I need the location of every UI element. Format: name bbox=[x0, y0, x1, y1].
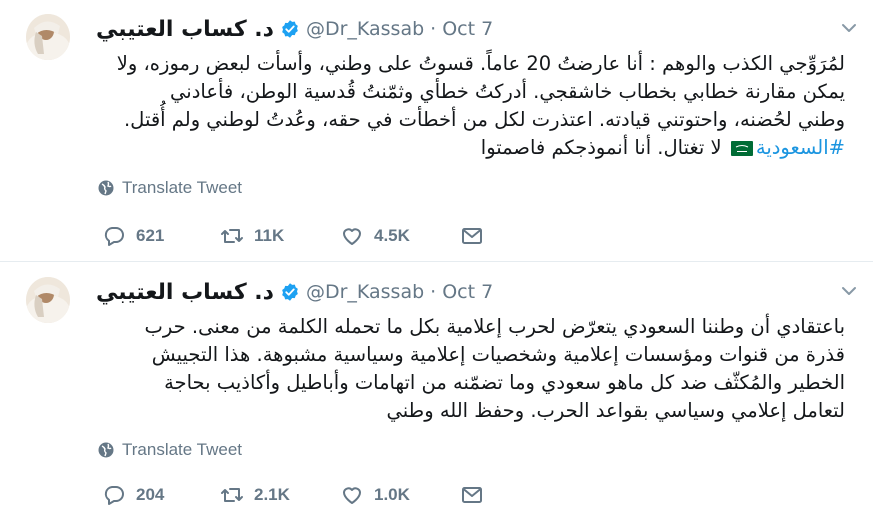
tweet[interactable]: د. كساب العتيبي @Dr_Kassab · Oct 7 باعتق… bbox=[0, 263, 873, 517]
retweet-button[interactable]: 11K bbox=[220, 224, 340, 248]
tweet-actions: 621 11K 4.5K bbox=[102, 224, 484, 248]
flag-emoji-icon bbox=[728, 136, 756, 159]
author-name[interactable]: د. كساب العتيبي bbox=[96, 17, 274, 42]
chevron-down-icon[interactable] bbox=[839, 18, 859, 38]
direct-message-button[interactable] bbox=[460, 483, 484, 507]
author-handle[interactable]: @Dr_Kassab bbox=[306, 281, 424, 303]
translate-tweet-button[interactable]: Translate Tweet bbox=[98, 440, 242, 460]
chevron-down-icon[interactable] bbox=[839, 281, 859, 301]
tweet-date[interactable]: Oct 7 bbox=[442, 18, 493, 40]
like-button[interactable]: 4.5K bbox=[340, 224, 460, 248]
tweet-text-rest: لا تغتال. أنا أنموذجكم فاصمتوا bbox=[480, 136, 722, 159]
like-button[interactable]: 1.0K bbox=[340, 483, 460, 507]
verified-badge-icon bbox=[282, 283, 298, 301]
reply-icon bbox=[104, 227, 124, 246]
envelope-icon bbox=[462, 228, 482, 244]
tweet-header: د. كساب العتيبي @Dr_Kassab · Oct 7 bbox=[96, 277, 493, 307]
tweet-text-line: وطني لحُضنه، واحتوتني قيادته. اعتذرت لكل… bbox=[123, 108, 845, 131]
tweet[interactable]: د. كساب العتيبي @Dr_Kassab · Oct 7 لمُرَ… bbox=[0, 0, 873, 262]
retweet-count: 11K bbox=[254, 226, 285, 245]
tweet-text-line: الخطير والمُكثّف ضد كل ماهو سعودي وما تض… bbox=[164, 371, 845, 394]
reply-count: 621 bbox=[136, 226, 165, 245]
retweet-count: 2.1K bbox=[254, 485, 290, 504]
direct-message-button[interactable] bbox=[460, 224, 484, 248]
like-count: 1.0K bbox=[374, 485, 410, 504]
author-handle[interactable]: @Dr_Kassab bbox=[306, 18, 424, 40]
translate-label: Translate Tweet bbox=[122, 440, 243, 459]
avatar[interactable] bbox=[26, 14, 70, 60]
separator-dot: · bbox=[430, 281, 437, 303]
tweet-text-line: قذرة من قنوات ومؤسسات إعلامية وشخصيات إع… bbox=[151, 343, 845, 366]
tweet-date[interactable]: Oct 7 bbox=[442, 281, 493, 303]
globe-icon bbox=[98, 442, 114, 458]
envelope-icon bbox=[462, 487, 482, 503]
like-count: 4.5K bbox=[374, 226, 410, 245]
retweet-icon bbox=[221, 229, 243, 243]
reply-icon bbox=[104, 486, 124, 505]
tweet-actions: 204 2.1K 1.0K bbox=[102, 483, 484, 507]
separator-dot: · bbox=[430, 18, 437, 40]
tweet-text: باعتقادي أن وطننا السعودي يتعرّض لحرب إع… bbox=[92, 313, 845, 425]
tweet-text-line: باعتقادي أن وطننا السعودي يتعرّض لحرب إع… bbox=[144, 315, 845, 338]
tweet-text: لمُرَوِّجي الكذب والوهم : أنا عارضتُ 20 … bbox=[92, 50, 845, 162]
hashtag-link[interactable]: #السعودية bbox=[756, 136, 845, 159]
heart-icon bbox=[343, 228, 361, 245]
globe-icon bbox=[98, 180, 114, 196]
tweet-text-line: لمُرَوِّجي الكذب والوهم : أنا عارضتُ 20 … bbox=[116, 52, 845, 75]
reply-button[interactable]: 204 bbox=[102, 483, 220, 507]
retweet-icon bbox=[221, 488, 243, 502]
translate-label: Translate Tweet bbox=[122, 178, 243, 197]
tweet-header: د. كساب العتيبي @Dr_Kassab · Oct 7 bbox=[96, 14, 493, 44]
retweet-button[interactable]: 2.1K bbox=[220, 483, 340, 507]
reply-count: 204 bbox=[136, 485, 165, 504]
tweet-text-line: لتعامل إعلامي وسياسي بقواعد الحرب. وحفظ … bbox=[386, 399, 845, 422]
tweet-text-line: يمكن مقارنة خطابي بخطاب خاشقجي. أدركتُ خ… bbox=[170, 80, 845, 103]
translate-tweet-button[interactable]: Translate Tweet bbox=[98, 178, 242, 198]
author-name[interactable]: د. كساب العتيبي bbox=[96, 280, 274, 305]
verified-badge-icon bbox=[282, 20, 298, 38]
tweet-text-line: #السعودية لا تغتال. أنا أنموذجكم فاصمتوا bbox=[92, 134, 845, 162]
reply-button[interactable]: 621 bbox=[102, 224, 220, 248]
heart-icon bbox=[343, 487, 361, 504]
avatar[interactable] bbox=[26, 277, 70, 323]
